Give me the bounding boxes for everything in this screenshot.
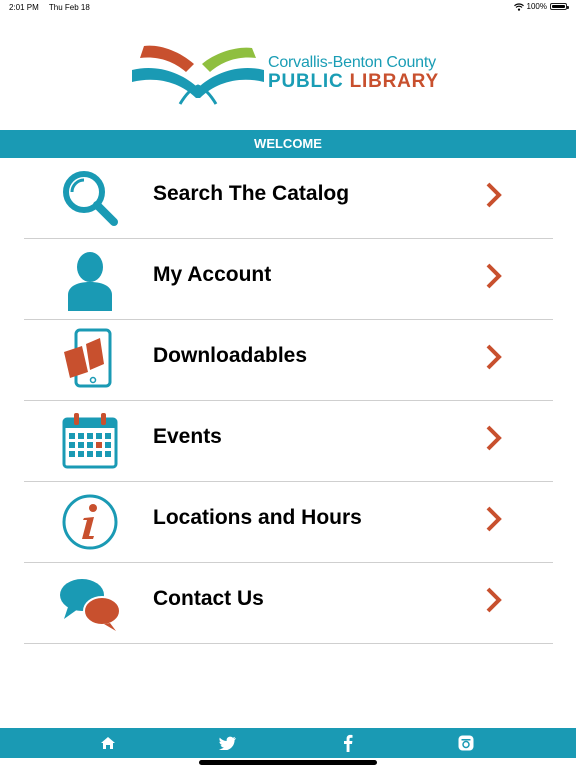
menu-item-locations-hours[interactable]: Locations and Hours [24,482,553,563]
home-icon [101,737,115,749]
menu-label: Downloadables [153,344,308,367]
battery-percent: 100% [526,2,547,11]
logo-public: PUBLIC [268,71,344,92]
facebook-icon [344,734,353,752]
battery-icon [550,3,569,10]
menu-item-my-account[interactable]: My Account [24,239,553,320]
status-bar: 2:01 PM Thu Feb 18 100% [0,0,576,16]
tab-instagram[interactable] [436,728,496,758]
home-indicator[interactable] [199,760,377,765]
menu-item-downloadables[interactable]: Downloadables [24,320,553,401]
welcome-header: WELCOME [0,130,576,158]
chevron-right-icon [486,344,502,370]
tab-twitter[interactable] [198,728,258,758]
wifi-icon [513,2,524,11]
tablet-book-icon [64,328,112,388]
logo-library: LIBRARY [349,71,439,92]
main-menu: Search The Catalog My Account Downloadab… [24,158,553,644]
bottom-tab-bar [0,728,576,758]
chevron-right-icon [486,425,502,451]
twitter-icon [219,736,236,750]
instagram-icon [458,735,474,751]
chevron-right-icon [486,263,502,289]
chat-bubbles-icon [60,579,121,631]
magnifier-icon [63,171,118,226]
library-logo: Corvallis-Benton County PUBLIC LIBRARY [128,42,458,106]
chevron-right-icon [486,182,502,208]
chevron-right-icon [486,506,502,532]
menu-item-search-catalog[interactable]: Search The Catalog [24,158,553,239]
calendar-icon [62,413,118,469]
menu-label: Contact Us [153,587,264,610]
status-date: Thu Feb 18 [48,3,90,12]
open-book-logo-icon [132,45,264,105]
status-time: 2:01 PM [9,3,39,12]
chevron-right-icon [486,587,502,613]
info-icon [62,494,118,550]
menu-item-events[interactable]: Events [24,401,553,482]
menu-label: Locations and Hours [153,506,362,529]
logo-line1: Corvallis-Benton County [268,54,436,71]
logo-line2: PUBLIC LIBRARY [268,71,439,93]
menu-label: My Account [153,263,272,286]
person-icon [68,252,112,311]
menu-label: Search The Catalog [153,182,350,205]
tab-home[interactable] [78,728,138,758]
menu-label: Events [153,425,222,448]
tab-facebook[interactable] [318,728,378,758]
menu-item-contact-us[interactable]: Contact Us [24,563,553,644]
battery-fill [552,5,565,8]
